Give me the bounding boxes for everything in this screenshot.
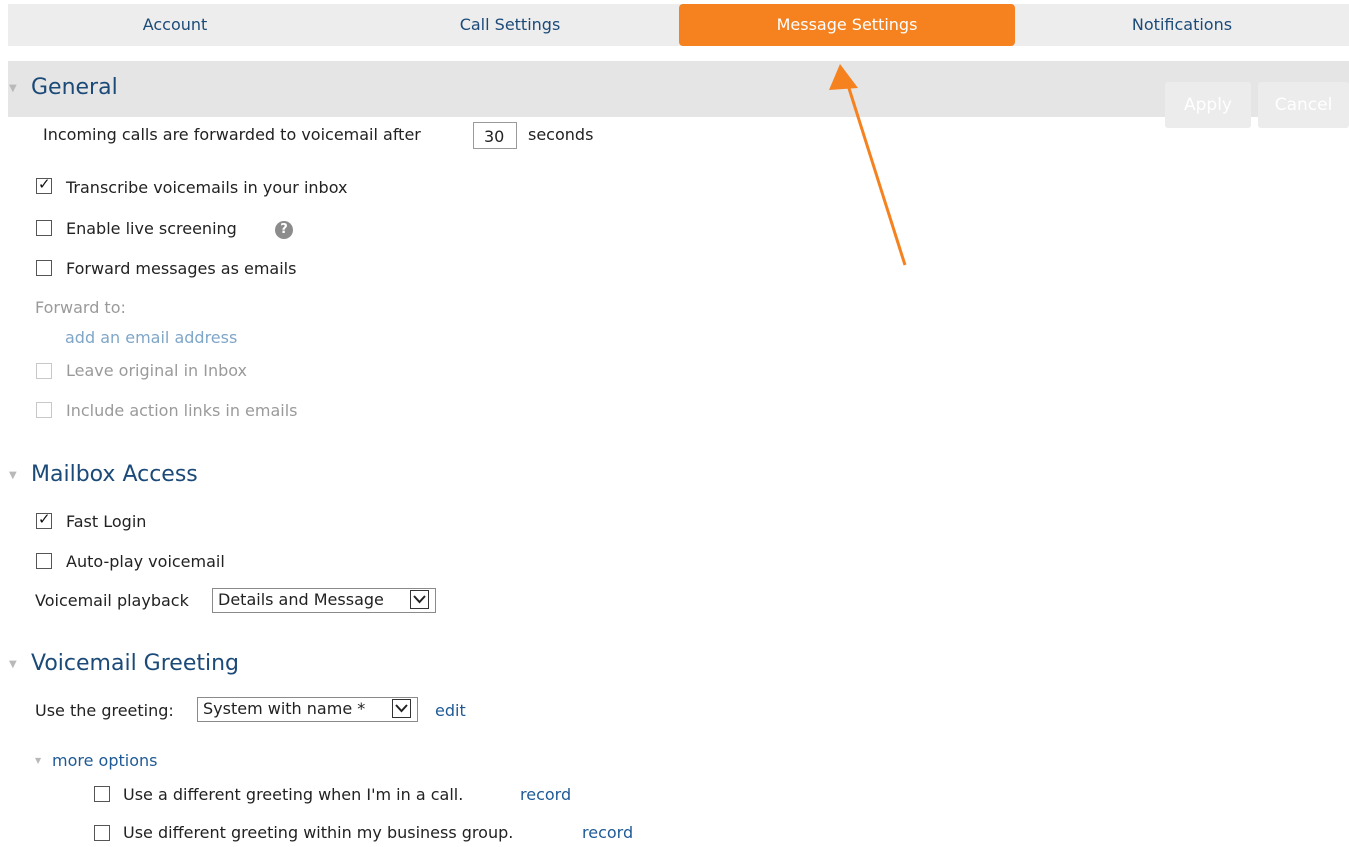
greeting-section-title[interactable]: Voicemail Greeting <box>31 651 239 676</box>
seconds-label: seconds <box>528 125 594 144</box>
record-business-link[interactable]: record <box>582 823 633 842</box>
forward-to-label: Forward to: <box>35 298 126 317</box>
triangle-down-icon[interactable]: ▼ <box>35 756 41 765</box>
transcribe-label: Transcribe voicemails in your inbox <box>66 178 348 197</box>
leave-original-checkbox[interactable] <box>36 363 52 379</box>
forward-seconds-input[interactable]: 30 <box>473 122 517 149</box>
fast-login-label: Fast Login <box>66 512 147 531</box>
tab-message-settings[interactable]: Message Settings <box>679 4 1015 46</box>
apply-button[interactable]: Apply <box>1165 82 1251 128</box>
forward-voicemail-label: Incoming calls are forwarded to voicemai… <box>43 125 421 144</box>
playback-value: Details and Message <box>218 590 384 609</box>
collapse-triangle-icon[interactable]: ▼ <box>9 83 17 94</box>
action-links-checkbox[interactable] <box>36 402 52 418</box>
greeting-value: System with name * <box>203 699 366 718</box>
general-section-title[interactable]: General <box>31 75 118 100</box>
forward-seconds-value: 30 <box>484 127 505 146</box>
action-links-label: Include action links in emails <box>66 401 298 420</box>
playback-label: Voicemail playback <box>35 591 189 610</box>
fast-login-checkbox[interactable] <box>36 510 52 529</box>
in-call-greeting-checkbox[interactable] <box>94 786 110 802</box>
live-screening-label: Enable live screening <box>66 219 237 238</box>
help-icon[interactable]: ? <box>275 221 293 239</box>
mailbox-section-title[interactable]: Mailbox Access <box>31 462 198 487</box>
greeting-select[interactable]: System with name * <box>197 697 418 722</box>
leave-original-label: Leave original in Inbox <box>66 361 248 380</box>
record-in-call-link[interactable]: record <box>520 785 571 804</box>
auto-play-label: Auto-play voicemail <box>66 552 225 571</box>
collapse-triangle-icon[interactable]: ▼ <box>9 470 17 481</box>
chevron-down-icon[interactable] <box>410 590 429 609</box>
add-email-link[interactable]: add an email address <box>65 328 237 347</box>
use-greeting-label: Use the greeting: <box>35 701 174 720</box>
more-options-link[interactable]: more options <box>52 751 157 770</box>
playback-select[interactable]: Details and Message <box>212 588 436 613</box>
business-group-checkbox[interactable] <box>94 825 110 841</box>
forward-email-label: Forward messages as emails <box>66 259 297 278</box>
tab-account[interactable]: Account <box>8 4 342 46</box>
tab-call-settings[interactable]: Call Settings <box>342 4 678 46</box>
edit-greeting-link[interactable]: edit <box>435 701 466 720</box>
in-call-greeting-label: Use a different greeting when I'm in a c… <box>123 785 464 804</box>
forward-email-checkbox[interactable] <box>36 260 52 276</box>
business-group-label: Use different greeting within my busines… <box>123 823 514 842</box>
auto-play-checkbox[interactable] <box>36 553 52 569</box>
transcribe-checkbox[interactable] <box>36 175 52 194</box>
tab-notifications[interactable]: Notifications <box>1015 4 1349 46</box>
collapse-triangle-icon[interactable]: ▼ <box>9 659 17 670</box>
general-section-header <box>8 61 1349 117</box>
cancel-button[interactable]: Cancel <box>1258 82 1349 128</box>
live-screening-checkbox[interactable] <box>36 220 52 236</box>
chevron-down-icon[interactable] <box>392 699 411 718</box>
